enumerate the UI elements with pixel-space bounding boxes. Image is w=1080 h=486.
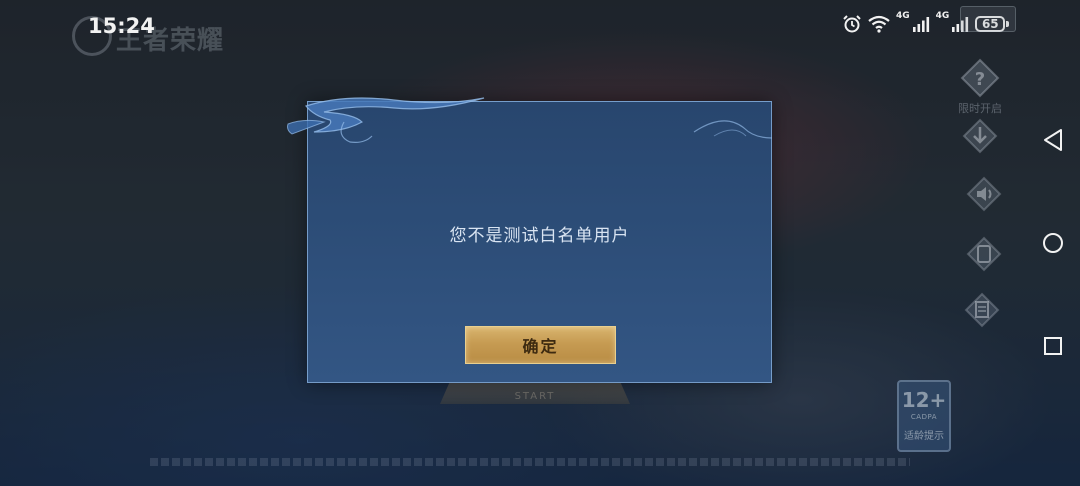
svg-text:?: ? [975,69,985,90]
status-time: 15:24 [88,14,155,38]
question-diamond-icon: ? [960,58,1000,98]
sound-button[interactable] [966,176,1002,212]
speaker-icon [966,176,1002,212]
announcement-button[interactable] [962,292,1002,328]
recents-square-icon[interactable] [1043,336,1063,356]
download-icon [962,118,998,154]
signal-icon-1 [912,16,930,32]
footer-disclaimer-text [150,458,910,466]
game-screen: 王者荣耀 15:24 4G 4G 65 ? 限时开启 START 12+ CAD… [0,0,1080,486]
help-button[interactable]: ? 限时开启 [958,58,1002,116]
download-button[interactable] [962,118,998,156]
network-type-2: 4G [935,11,950,21]
home-circle-icon[interactable] [1042,232,1064,254]
confirm-button[interactable]: 确定 [465,326,616,364]
repair-button[interactable] [966,236,1002,272]
network-type-1: 4G [896,11,910,21]
start-button-sub-label: START [514,391,556,402]
notice-button[interactable] [960,6,1016,32]
age-rating-org: CADPA [910,413,938,421]
wifi-icon [868,15,890,33]
clipboard-icon [964,292,1000,328]
dialog-message: 您不是测试白名单用户 [449,226,630,246]
alarm-icon [842,14,862,34]
back-triangle-icon[interactable] [1042,128,1064,152]
age-rating-badge[interactable]: 12+ CADPA 适龄提示 [897,380,951,452]
age-rating-note: 适龄提示 [904,431,944,442]
help-button-label: 限时开启 [958,102,1002,115]
age-rating-number: 12+ [901,388,947,412]
alert-dialog: 您不是测试白名单用户 确定 [307,101,772,383]
repair-icon [966,236,1002,272]
